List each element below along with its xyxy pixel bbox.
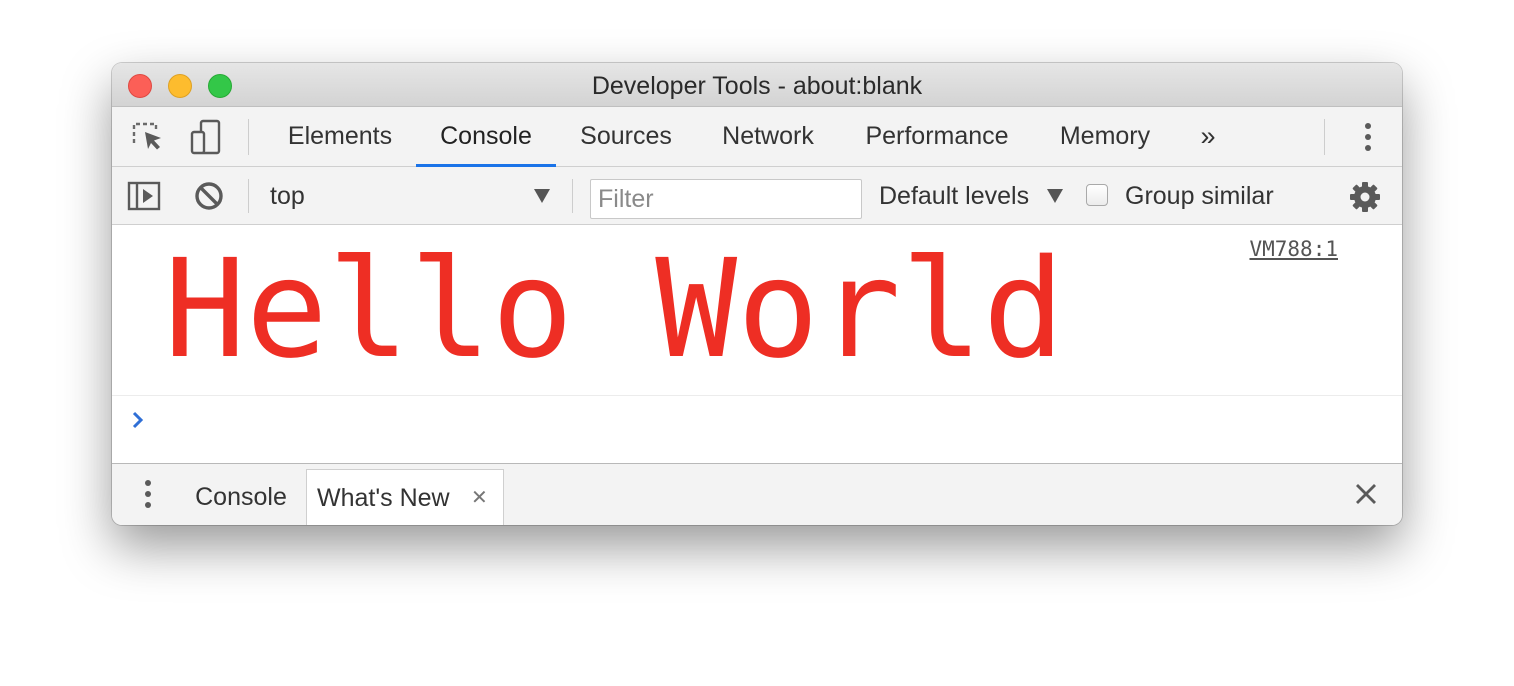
inspect-element-button[interactable] (130, 121, 166, 153)
console-prompt[interactable] (112, 396, 1402, 463)
tab-network[interactable]: Network (702, 107, 834, 165)
prompt-chevron-icon (132, 411, 144, 429)
gear-icon (1350, 182, 1380, 212)
close-tab-icon[interactable]: ✕ (471, 470, 488, 525)
inspect-element-icon (132, 122, 161, 150)
customize-menu-button[interactable] (1356, 121, 1380, 153)
main-toolbar: Elements Console Sources Network Perform… (112, 107, 1402, 167)
context-selector[interactable]: top (268, 167, 558, 225)
context-selector-value: top (270, 182, 305, 210)
filter-input[interactable] (590, 179, 862, 219)
clear-console-icon (195, 182, 223, 210)
toolbar-divider (248, 119, 249, 155)
show-sidebar-button[interactable] (126, 180, 162, 212)
console-message-text: Hello World (164, 231, 1065, 389)
kebab-menu-icon (145, 480, 151, 508)
log-levels-label: Default levels (879, 182, 1030, 210)
clear-console-button[interactable] (192, 180, 226, 212)
toolbar-divider (1324, 119, 1325, 155)
close-icon (1356, 484, 1376, 504)
group-similar-label: Group similar (1125, 182, 1274, 210)
drawer-tab-whats-new[interactable]: What's New ✕ (306, 469, 504, 525)
title-bar: Developer Tools - about:blank (112, 63, 1402, 107)
device-toolbar-button[interactable] (188, 119, 224, 155)
log-levels-dropdown-arrow-icon (1047, 189, 1063, 203)
drawer-toolbar: Console What's New ✕ (112, 463, 1402, 525)
more-tabs-button[interactable]: » (1188, 107, 1228, 165)
console-output: Hello World VM788:1 (112, 225, 1402, 463)
tab-memory[interactable]: Memory (1040, 107, 1170, 165)
tab-sources[interactable]: Sources (560, 107, 692, 165)
drawer-tab-console[interactable]: Console (184, 469, 298, 525)
context-dropdown-arrow-icon (534, 189, 550, 203)
log-levels-dropdown[interactable]: Default levels (879, 167, 1029, 225)
more-tabs-icon: » (1200, 121, 1216, 151)
devtools-window: Developer Tools - about:blank Elements C… (112, 63, 1402, 525)
tab-elements[interactable]: Elements (270, 107, 410, 165)
tab-performance[interactable]: Performance (842, 107, 1032, 165)
console-settings-button[interactable] (1348, 180, 1382, 214)
close-drawer-button[interactable] (1352, 480, 1380, 508)
console-toolbar: top Default levels Group similar (112, 167, 1402, 225)
device-toolbar-icon (190, 119, 221, 155)
toolbar-divider (572, 179, 573, 213)
drawer-menu-button[interactable] (138, 478, 158, 510)
sidebar-toggle-icon (127, 181, 161, 211)
drawer-tab-label: What's New (317, 484, 450, 512)
drawer-tab-label: Console (195, 483, 287, 511)
window-title: Developer Tools - about:blank (591, 72, 923, 100)
toolbar-divider (248, 179, 249, 213)
kebab-menu-icon (1365, 123, 1371, 151)
console-message: Hello World VM788:1 (112, 225, 1402, 396)
console-message-source-link[interactable]: VM788:1 (1249, 237, 1338, 261)
group-similar-checkbox[interactable] (1086, 184, 1108, 206)
tab-console[interactable]: Console (416, 107, 556, 167)
